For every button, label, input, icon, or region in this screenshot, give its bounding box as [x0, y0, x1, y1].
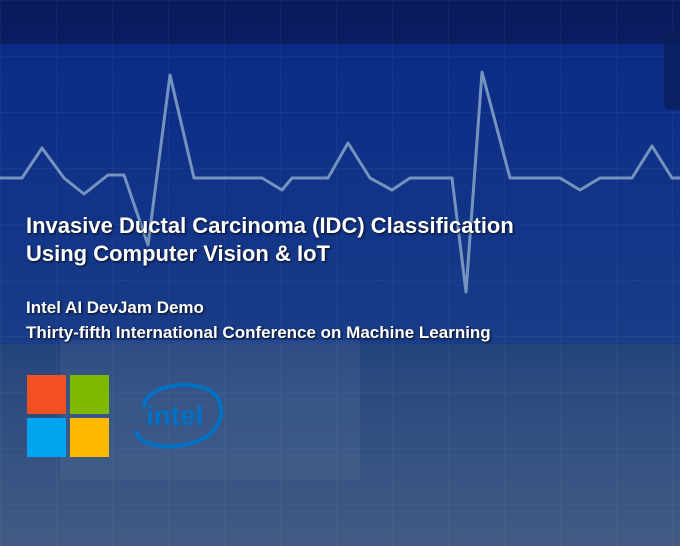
slide-subtitle: Intel AI DevJam Demo Thirty-fifth Intern…	[26, 295, 646, 345]
microsoft-logo-blue-square	[27, 418, 66, 457]
slide-subtitle-line-2: Thirty-fifth International Conference on…	[26, 323, 491, 342]
microsoft-logo-green-square	[70, 375, 109, 414]
microsoft-logo-icon	[27, 375, 109, 457]
microsoft-logo-yellow-square	[70, 418, 109, 457]
slide-title-line-1: Invasive Ductal Carcinoma (IDC) Classifi…	[26, 213, 514, 238]
slide-subtitle-line-1: Intel AI DevJam Demo	[26, 298, 204, 317]
slide-background	[0, 0, 680, 546]
slide-title-line-2: Using Computer Vision & IoT	[26, 241, 330, 266]
microsoft-logo-red-square	[27, 375, 66, 414]
intel-wordmark: intel	[146, 400, 204, 431]
intel-logo-icon: intel	[134, 383, 223, 449]
slide-title: Invasive Ductal Carcinoma (IDC) Classifi…	[26, 212, 646, 268]
